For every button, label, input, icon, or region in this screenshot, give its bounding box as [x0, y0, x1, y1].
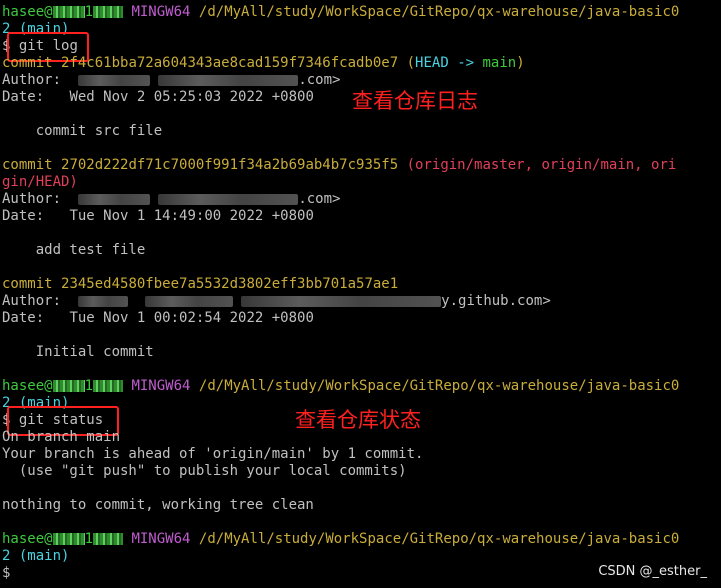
- ref-paren: ): [516, 55, 525, 71]
- remote-refs: (origin/master, origin/main, ori: [406, 157, 677, 173]
- redacted-hostname: [52, 6, 85, 18]
- redacted-author: [77, 74, 150, 86]
- redacted-hostname: [93, 6, 124, 18]
- commit-message: add test file: [2, 242, 146, 259]
- commit-word: commit: [2, 55, 53, 71]
- status-ahead: Your branch is ahead of 'origin/main' by…: [2, 446, 424, 462]
- prompt-user: hasee@: [2, 4, 53, 20]
- commit-date: Wed Nov 2 05:25:03 2022 +0800: [69, 89, 314, 105]
- date-label: Date:: [2, 310, 45, 326]
- prompt-user: hasee@: [2, 378, 53, 394]
- date-label: Date:: [2, 208, 45, 224]
- commit-line: commit 2345ed4580fbee7a5532d3802eff3bb70…: [2, 276, 398, 293]
- annotation-view-status: 查看仓库状态: [295, 408, 421, 432]
- redacted-author: [77, 295, 128, 307]
- prompt-line: hasee@ 1 MINGW64 /d/MyAll/study/WorkSpace…: [2, 378, 679, 395]
- terminal-window[interactable]: hasee@ 1 MINGW64 /d/MyAll/study/WorkSpace…: [0, 0, 721, 588]
- remote-refs-wrap: gin/HEAD): [2, 174, 78, 190]
- author-label: Author:: [2, 72, 62, 88]
- author-line: Author: .com>: [2, 191, 340, 208]
- redacted-hostname: [52, 533, 85, 545]
- redacted-author: [77, 193, 150, 205]
- author-label: Author:: [2, 191, 62, 207]
- author-tail: .com>: [298, 72, 341, 88]
- ref-arrow: ->: [448, 55, 483, 71]
- date-line: Date: Wed Nov 2 05:25:03 2022 +0800: [2, 89, 314, 106]
- commit-message-text: add test file: [35, 242, 146, 258]
- redacted-email: [158, 193, 299, 205]
- redacted-hostname: [93, 533, 124, 545]
- author-tail: y.github.com>: [441, 293, 551, 309]
- commit-hash[interactable]: 2702d222df71c7000f991f34a2b69ab4b7c935f5: [61, 157, 398, 173]
- author-tail: .com>: [298, 191, 341, 207]
- date-line: Date: Tue Nov 1 00:02:54 2022 +0800: [2, 310, 314, 327]
- watermark: CSDN @_esther_: [598, 564, 707, 579]
- commit-hash[interactable]: 2f4c61bba72a604343ae8cad159f7346fcadb0e7: [61, 55, 398, 71]
- commit-message-text: commit src file: [35, 123, 163, 139]
- status-branch: On branch main: [2, 429, 121, 445]
- commit-line: commit 2702d222df71c7000f991f34a2b69ab4b…: [2, 157, 676, 174]
- prompt-path: /d/MyAll/study/WorkSpace/GitRepo/qx-ware…: [198, 378, 680, 394]
- prompt-path: /d/MyAll/study/WorkSpace/GitRepo/qx-ware…: [198, 4, 680, 20]
- redacted-hostname: [52, 380, 85, 392]
- shell-name: MINGW64: [131, 4, 191, 20]
- commit-date: Tue Nov 1 14:49:00 2022 +0800: [69, 208, 314, 224]
- prompt-user: hasee@: [2, 531, 53, 547]
- commit-word: commit: [2, 276, 53, 292]
- redacted-email: [158, 74, 299, 86]
- prompt-number: 1: [84, 531, 94, 547]
- annotation-view-log: 查看仓库日志: [352, 89, 478, 113]
- redacted-hostname: [93, 380, 124, 392]
- shell-name: MINGW64: [131, 531, 191, 547]
- command-input-line[interactable]: $: [2, 565, 10, 582]
- redacted-email: [241, 295, 442, 307]
- prompt-path: /d/MyAll/study/WorkSpace/GitRepo/qx-ware…: [198, 531, 680, 547]
- prompt-line: hasee@ 1 MINGW64 /d/MyAll/study/WorkSpace…: [2, 4, 679, 21]
- ref-paren: (: [406, 55, 416, 71]
- author-label: Author:: [2, 293, 62, 309]
- commit-message: Initial commit: [2, 344, 154, 361]
- commit-date: Tue Nov 1 00:02:54 2022 +0800: [69, 310, 314, 326]
- commit-message: commit src file: [2, 123, 162, 140]
- author-line: Author: y.github.com>: [2, 293, 551, 310]
- date-label: Date:: [2, 89, 45, 105]
- shell-name: MINGW64: [131, 378, 191, 394]
- status-hint: (use "git push" to publish your local co…: [2, 463, 407, 479]
- prompt-branch: 2 (main): [2, 548, 70, 564]
- commit-message-text: Initial commit: [35, 344, 154, 360]
- commit-word: commit: [2, 157, 53, 173]
- commit-line: commit 2f4c61bba72a604343ae8cad159f7346f…: [2, 55, 525, 72]
- date-line: Date: Tue Nov 1 14:49:00 2022 +0800: [2, 208, 314, 225]
- ref-head: HEAD: [415, 55, 449, 71]
- commit-hash[interactable]: 2345ed4580fbee7a5532d3802eff3bb701a57ae1: [61, 276, 398, 292]
- prompt-symbol: $: [2, 565, 11, 581]
- author-line: Author: .com>: [2, 72, 340, 89]
- prompt-number: 1: [84, 378, 94, 394]
- prompt-line: hasee@ 1 MINGW64 /d/MyAll/study/WorkSpace…: [2, 531, 679, 548]
- redacted-email: [144, 295, 233, 307]
- prompt-number: 1: [84, 4, 94, 20]
- ref-main: main: [482, 55, 517, 71]
- status-clean: nothing to commit, working tree clean: [2, 497, 314, 513]
